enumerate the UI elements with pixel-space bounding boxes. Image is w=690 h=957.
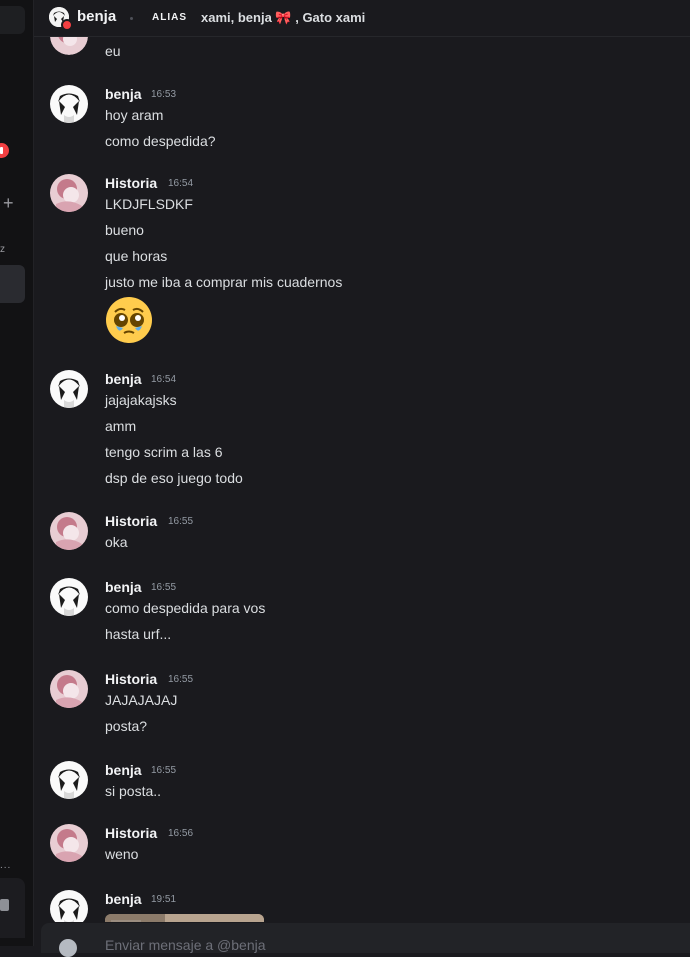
avatar-benja[interactable] (50, 370, 88, 408)
message-text: como despedida? (105, 133, 216, 149)
message-author[interactable]: benja (105, 579, 142, 595)
sidebar-search-box[interactable] (0, 6, 25, 34)
message-text: que horas (105, 248, 168, 264)
alias-list: xami, benja 🎀 , Gato xami (201, 10, 366, 25)
message-timestamp: 16:55 (168, 674, 194, 685)
message-text: hoy aram (105, 107, 164, 123)
avatar-historia[interactable] (50, 37, 88, 55)
chat-header: benja ALIAS xami, benja 🎀 , Gato xami (34, 0, 690, 37)
message-text: si posta.. (105, 783, 162, 799)
avatar-historia[interactable] (50, 174, 88, 212)
message-text: jajajakajsks (105, 392, 177, 408)
message-text: como despedida para vos (105, 600, 266, 616)
message-author[interactable]: Historia (105, 671, 157, 687)
message-text: tengo scrim a las 6 (105, 444, 223, 460)
message-timestamp: 19:51 (151, 894, 177, 905)
message-text: JAJAJAJAJ (105, 692, 178, 708)
message-timestamp: 16:53 (151, 89, 177, 100)
add-icon[interactable]: + (3, 194, 14, 212)
message-text: eu (105, 43, 121, 59)
avatar-benja[interactable] (50, 578, 88, 616)
message-composer[interactable]: Enviar mensaje a @benja (41, 923, 690, 957)
message-author[interactable]: Historia (105, 825, 157, 841)
message-timestamp: 16:56 (168, 828, 194, 839)
message-list[interactable]: eu benja 16:53 hoy aram como despedida? Hist… (34, 37, 690, 922)
avatar-benja[interactable] (50, 761, 88, 799)
message-text: justo me iba a comprar mis cuadernos (105, 274, 343, 290)
message-author[interactable]: benja (105, 86, 142, 102)
server-sidebar: + z ... (0, 0, 34, 946)
message-text: oka (105, 534, 128, 550)
alias-label: ALIAS (152, 12, 187, 23)
add-attachment-icon[interactable] (59, 939, 77, 957)
message-timestamp: 16:55 (151, 582, 177, 593)
message-author[interactable]: benja (105, 762, 142, 778)
message-text: bueno (105, 222, 144, 238)
message-timestamp: 16:54 (151, 374, 177, 385)
gift-icon[interactable] (0, 899, 9, 911)
message-timestamp: 16:54 (168, 178, 194, 189)
message-text: hasta urf... (105, 626, 172, 642)
message-text: weno (105, 846, 139, 862)
dnd-status-icon (61, 19, 73, 31)
header-username[interactable]: benja (77, 8, 116, 25)
message-timestamp: 16:55 (168, 516, 194, 527)
message-input[interactable]: Enviar mensaje a @benja (105, 937, 266, 953)
separator-dot (130, 17, 133, 20)
message-text: LKDJFLSDKF (105, 196, 193, 212)
selected-dm-item[interactable] (0, 265, 25, 303)
notification-badge (0, 143, 9, 158)
avatar-benja[interactable] (50, 890, 88, 922)
message-timestamp: 16:55 (151, 765, 177, 776)
message-text: posta? (105, 718, 148, 734)
message-author[interactable]: Historia (105, 513, 157, 529)
message-author[interactable]: benja (105, 891, 142, 907)
sidebar-section-label: z (0, 244, 5, 255)
message-text: dsp de eso juego todo (105, 470, 243, 486)
image-attachment[interactable] (105, 914, 264, 922)
avatar-historia[interactable] (50, 824, 88, 862)
pleading-face-emoji-icon (105, 296, 153, 344)
avatar-historia[interactable] (50, 512, 88, 550)
avatar-historia[interactable] (50, 670, 88, 708)
message-author[interactable]: Historia (105, 175, 157, 191)
message-text: amm (105, 418, 137, 434)
sidebar-dots: ... (0, 860, 12, 871)
message-author[interactable]: benja (105, 371, 142, 387)
avatar-benja[interactable] (50, 85, 88, 123)
